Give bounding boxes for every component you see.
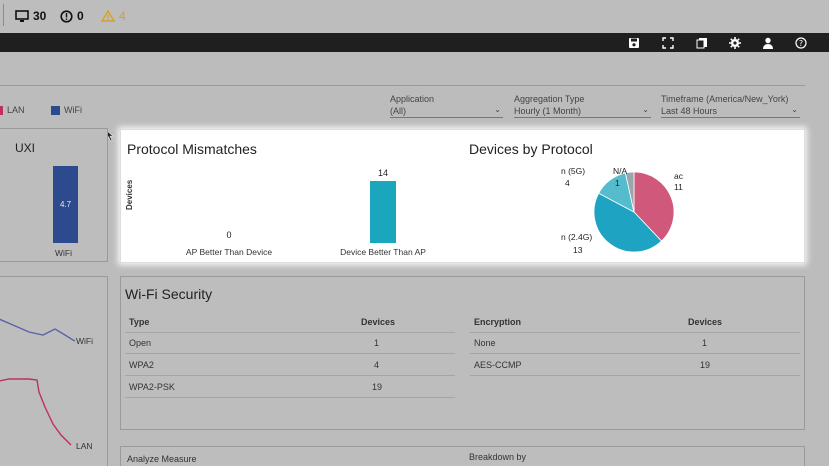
- mismatch-value-label-1: 14: [378, 168, 388, 178]
- legend-wifi-swatch: [51, 105, 60, 115]
- network-line-chart: [0, 318, 76, 446]
- export-icon[interactable]: [695, 36, 709, 50]
- uxi-panel: UXI 4.7 WiFi: [0, 128, 108, 262]
- encryption-row-0-name: None: [474, 338, 496, 348]
- aggregation-filter-text: Hourly (1 Month): [514, 106, 582, 116]
- pie-slice-label-2: n (5G): [561, 166, 585, 176]
- protocol-mismatches-chart: 0 AP Better Than Device 14 Device Better Th…: [186, 168, 426, 257]
- row-divider: [125, 332, 455, 333]
- row-divider: [470, 332, 800, 333]
- lan-series-line[interactable]: [0, 378, 72, 446]
- row-divider: [125, 375, 455, 376]
- analyze-panel: Analyze Measure Breakdown by: [120, 446, 805, 466]
- application-filter-value[interactable]: (All) ⌄: [390, 105, 503, 118]
- alert-circle-icon: [60, 9, 73, 23]
- row-divider: [470, 353, 800, 354]
- monitor-icon: [15, 9, 29, 22]
- row-divider: [125, 397, 455, 398]
- aggregation-filter-value[interactable]: Hourly (1 Month) ⌄: [514, 105, 651, 118]
- network-line-panel: WiFi LAN: [0, 276, 108, 466]
- application-filter[interactable]: Application (All) ⌄: [390, 94, 503, 118]
- wifi-security-title: Wi-Fi Security: [125, 286, 213, 302]
- aggregation-filter[interactable]: Aggregation Type Hourly (1 Month) ⌄: [514, 94, 651, 118]
- toolbar: ?: [0, 33, 829, 52]
- legend-wifi-label: WiFi: [64, 105, 82, 115]
- timeframe-filter-value[interactable]: Last 48 Hours ⌄: [661, 105, 800, 118]
- type-column-header: Type: [129, 317, 150, 327]
- devices-by-protocol-title: Devices by Protocol: [469, 141, 593, 157]
- timeframe-filter-label: Timeframe (America/New_York): [661, 94, 789, 104]
- row-divider: [125, 353, 455, 354]
- divider: [3, 4, 4, 26]
- uxi-wifi-bar[interactable]: 4.7: [53, 166, 78, 243]
- uxi-bar-value: 4.7: [59, 200, 72, 209]
- mismatch-bar-1[interactable]: [370, 181, 396, 243]
- chevron-down-icon: ⌄: [791, 105, 798, 114]
- mismatch-category-label-0: AP Better Than Device: [186, 247, 272, 257]
- legend-lan-swatch: [0, 105, 3, 115]
- settings-icon[interactable]: [728, 36, 742, 50]
- help-icon[interactable]: ?: [794, 36, 808, 50]
- save-icon[interactable]: [627, 36, 641, 50]
- encryption-row-0-devices: 1: [702, 338, 708, 348]
- aggregation-filter-label: Aggregation Type: [514, 94, 585, 104]
- encryption-devices-column-header: Devices: [688, 317, 723, 327]
- devices-status[interactable]: 30: [15, 9, 46, 23]
- status-bar: 30 0 4: [0, 0, 829, 33]
- pie-slice-label-3: N/A: [613, 166, 628, 176]
- pie-slice-value-2: 4: [565, 178, 570, 188]
- protocol-panel: Protocol Mismatches Devices 0 AP Better T…: [120, 129, 805, 263]
- svg-text:?: ?: [799, 39, 803, 48]
- devices-count: 30: [33, 9, 47, 23]
- warnings-count: 4: [119, 9, 126, 23]
- uxi-title: UXI: [15, 141, 36, 155]
- analyze-measure-label[interactable]: Analyze Measure: [127, 454, 197, 464]
- legend-wifi[interactable]: WiFi: [51, 105, 82, 115]
- fullscreen-icon[interactable]: [661, 36, 675, 50]
- pie-slice-value-1: 13: [573, 245, 583, 255]
- type-devices-column-header: Devices: [361, 317, 396, 327]
- wifi-series-line[interactable]: [0, 318, 76, 342]
- warning-triangle-icon: [101, 10, 115, 22]
- legend-lan[interactable]: LAN: [0, 105, 25, 115]
- type-row-1-devices: 4: [374, 360, 380, 370]
- warnings-status[interactable]: 4: [101, 9, 126, 23]
- type-row-0-devices: 1: [374, 338, 380, 348]
- legend-lan-label: LAN: [7, 105, 25, 115]
- row-divider: [470, 375, 800, 376]
- lan-line-label: LAN: [76, 441, 93, 451]
- chevron-down-icon: ⌄: [494, 105, 501, 114]
- mismatch-category-label-1: Device Better Than AP: [340, 247, 426, 257]
- timeframe-filter[interactable]: Timeframe (America/New_York) Last 48 Hou…: [661, 94, 800, 118]
- type-row-2-devices: 19: [372, 382, 383, 392]
- wifi-security-panel: Wi-Fi Security Type Devices Open 1 WPA2 …: [120, 276, 805, 430]
- mismatch-value-label-0: 0: [226, 230, 231, 240]
- pie-slice-value-0: 11: [674, 182, 683, 192]
- chevron-down-icon: ⌄: [642, 105, 649, 114]
- encryption-row-1-name: AES-CCMP: [474, 360, 522, 370]
- breakdown-by-label[interactable]: Breakdown by: [469, 452, 526, 462]
- pie-slice-value-3: 1: [615, 178, 620, 188]
- type-row-2-name: WPA2-PSK: [129, 382, 175, 392]
- uxi-bar-label: WiFi: [55, 248, 72, 258]
- protocol-mismatches-title: Protocol Mismatches: [127, 141, 257, 157]
- type-row-1-name: WPA2: [129, 360, 154, 370]
- timeframe-filter-text: Last 48 Hours: [661, 106, 718, 116]
- user-icon[interactable]: [761, 36, 775, 50]
- pie-slice-label-0: ac: [674, 171, 684, 181]
- type-row-0-name: Open: [129, 338, 152, 348]
- protocol-mismatches-ylabel: Devices: [125, 179, 134, 210]
- application-filter-text: (All): [390, 106, 406, 116]
- application-filter-label: Application: [390, 94, 435, 104]
- encryption-row-1-devices: 19: [700, 360, 711, 370]
- pie-slice-label-1: n (2.4G): [561, 232, 592, 242]
- encryption-column-header: Encryption: [474, 317, 522, 327]
- header-divider: [0, 85, 805, 86]
- issues-count: 0: [77, 9, 84, 23]
- devices-by-protocol-pie: ac11 n (2.4G) 13 n (5G) 4 N/A 1: [561, 166, 684, 255]
- issues-status[interactable]: 0: [60, 9, 84, 23]
- wifi-line-label: WiFi: [76, 336, 93, 346]
